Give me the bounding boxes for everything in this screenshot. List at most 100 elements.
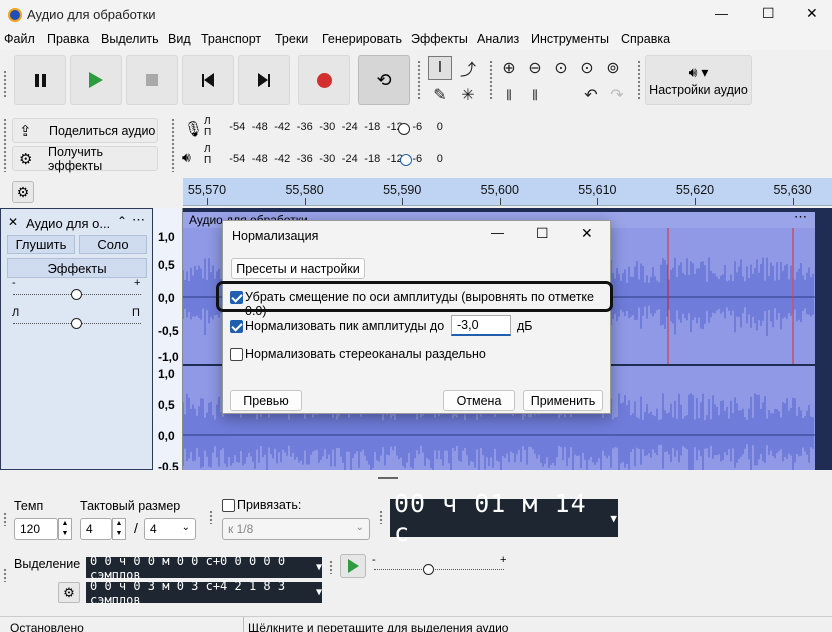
fit-selection-button[interactable]: ⊙ bbox=[549, 56, 573, 80]
status-hint: Щёлкните и перетащите для выделения ауди… bbox=[248, 621, 509, 632]
pause-button[interactable] bbox=[14, 55, 66, 105]
maximize-button[interactable]: ☐ bbox=[762, 5, 775, 22]
gear-icon: ⚙ bbox=[16, 183, 30, 200]
meter-tick-label: -24 bbox=[341, 121, 358, 133]
dialog-minimize-button[interactable]: — bbox=[491, 225, 504, 240]
draw-tool[interactable]: ✎ bbox=[428, 83, 452, 107]
time-format-dropdown-icon[interactable]: ▼ bbox=[610, 512, 618, 525]
clip-menu-icon[interactable]: ⋯ bbox=[794, 209, 807, 225]
share-audio-button[interactable]: ⇪ Поделиться аудио bbox=[12, 118, 158, 143]
envelope-tool[interactable]: ⤴ bbox=[456, 56, 480, 80]
menu-item[interactable]: Генерировать bbox=[322, 32, 402, 46]
skip-end-button[interactable] bbox=[238, 55, 290, 105]
normalize-peak-label[interactable]: Нормализовать пик амплитуды до bbox=[245, 319, 444, 333]
loop-button[interactable]: ⟲ bbox=[358, 55, 410, 105]
presets-button[interactable]: Пресеты и настройки bbox=[231, 258, 365, 279]
silence-button[interactable]: ⫼ bbox=[523, 83, 547, 107]
meter-tick-label: -48 bbox=[251, 153, 268, 165]
playback-meter-knob[interactable] bbox=[400, 154, 412, 166]
denominator-value: 4 bbox=[150, 522, 157, 536]
time-signature-denominator[interactable]: 4 ⌄ bbox=[144, 518, 196, 540]
audio-settings-button[interactable]: 🔊︎ ▾ Настройки аудио bbox=[645, 55, 752, 105]
menu-item[interactable]: Эффекты bbox=[411, 32, 468, 46]
track-close-icon[interactable]: ✕ bbox=[8, 215, 18, 229]
dialog-close-button[interactable]: ✕ bbox=[581, 225, 593, 242]
selection-tool[interactable]: I bbox=[428, 56, 452, 80]
time-signature-slash: / bbox=[134, 520, 138, 536]
selection-start[interactable]: 0 0 ч 0 0 м 0 0 с+0 0 0 0 0 сэмплов ▼ bbox=[86, 554, 322, 582]
menu-item[interactable]: Выделить bbox=[101, 32, 159, 46]
multi-tool[interactable]: ✳ bbox=[456, 83, 480, 107]
stereo-independent-checkbox[interactable] bbox=[230, 348, 243, 361]
undo-button[interactable]: ↶ bbox=[579, 83, 603, 107]
gain-slider[interactable] bbox=[13, 289, 141, 300]
cancel-button[interactable]: Отмена bbox=[443, 390, 515, 411]
tempo-input[interactable]: 120 bbox=[14, 518, 58, 540]
redo-button[interactable]: ↷ bbox=[605, 83, 629, 107]
dialog-maximize-button[interactable]: ☐ bbox=[536, 225, 549, 242]
splitter-handle[interactable] bbox=[378, 477, 398, 479]
pan-slider-knob[interactable] bbox=[71, 318, 82, 329]
selection-settings-button[interactable]: ⚙ bbox=[58, 582, 80, 603]
close-button[interactable]: ✕ bbox=[806, 5, 818, 22]
stop-button[interactable] bbox=[126, 55, 178, 105]
snap-label[interactable]: Привязать: bbox=[237, 498, 301, 512]
tempo-spinner[interactable]: ▲ ▼ bbox=[58, 518, 72, 540]
normalize-peak-checkbox[interactable] bbox=[230, 320, 243, 333]
trim-icon: ⫼ bbox=[506, 87, 512, 102]
menu-item[interactable]: Анализ bbox=[477, 32, 519, 46]
apply-button[interactable]: Применить bbox=[523, 390, 603, 411]
peak-unit-label: дБ bbox=[517, 319, 533, 333]
dropdown-icon[interactable]: ▼ bbox=[316, 562, 322, 573]
menu-item[interactable]: Правка bbox=[47, 32, 89, 46]
settings-gear-button[interactable]: ⚙ bbox=[12, 181, 34, 203]
play-icon bbox=[347, 559, 359, 573]
ruler-tick bbox=[207, 198, 208, 205]
menu-item[interactable]: Транспорт bbox=[201, 32, 261, 46]
zoom-out-button[interactable]: ⊖ bbox=[523, 56, 547, 80]
selection-end[interactable]: 0 0 ч 0 3 м 0 3 с+4 2 1 8 3 сэмплов ▼ bbox=[86, 579, 322, 607]
minimize-button[interactable]: — bbox=[715, 6, 728, 21]
time-display[interactable]: 00 ч 01 м 14 с ▼ bbox=[390, 489, 618, 547]
stereo-independent-label[interactable]: Нормализовать стереоканалы раздельно bbox=[245, 347, 486, 361]
solo-button[interactable]: Соло bbox=[79, 235, 147, 254]
zoom-in-button[interactable]: ⊕ bbox=[497, 56, 521, 80]
menu-item[interactable]: Треки bbox=[275, 32, 308, 46]
play-button[interactable] bbox=[70, 55, 122, 105]
effects-button[interactable]: Эффекты bbox=[7, 258, 147, 278]
zoom-toggle-button[interactable]: ⊚ bbox=[601, 56, 625, 80]
menu-item[interactable]: Файл bbox=[4, 32, 35, 46]
play-speed-knob[interactable] bbox=[422, 564, 434, 575]
fit-project-button[interactable]: ⊙ bbox=[575, 56, 599, 80]
timeline-ruler[interactable]: 55,570 55,580 55,590 55,600 55,610 55,620 55,6… bbox=[183, 178, 832, 206]
skip-start-button[interactable] bbox=[182, 55, 234, 105]
play-speed-slider[interactable] bbox=[374, 564, 504, 575]
menu-item[interactable]: Инструменты bbox=[531, 32, 609, 46]
amp-label: 0,5 bbox=[158, 258, 175, 272]
preview-button[interactable]: Превью bbox=[230, 390, 302, 411]
get-effects-button[interactable]: ⚙ Получить эффекты bbox=[12, 145, 158, 173]
playback-meter[interactable]: ЛП -54 -48 -42 -36 -30 -24 -18 -12 -6 0 bbox=[204, 144, 444, 172]
peak-amplitude-input[interactable]: -3,0 bbox=[451, 315, 511, 336]
pan-slider[interactable] bbox=[13, 318, 141, 329]
gain-slider-knob[interactable] bbox=[71, 289, 82, 300]
dropdown-icon[interactable]: ▼ bbox=[316, 587, 322, 598]
menu-item[interactable]: Вид bbox=[168, 32, 191, 46]
trim-button[interactable]: ⫼ bbox=[497, 83, 521, 107]
snap-checkbox[interactable] bbox=[222, 499, 235, 512]
track-collapse-icon[interactable]: ⌃ bbox=[117, 214, 127, 228]
microphone-icon: 🎙︎ bbox=[184, 121, 204, 138]
snap-select[interactable]: к 1/8 ⌄ bbox=[222, 518, 370, 540]
track-name[interactable]: Аудио для о... bbox=[26, 216, 110, 231]
play-at-speed-button[interactable] bbox=[340, 554, 366, 578]
meter-tick-label: 0 bbox=[436, 153, 443, 165]
track-menu-icon[interactable]: ⋯ bbox=[132, 212, 145, 228]
mute-button[interactable]: Глушить bbox=[7, 235, 75, 254]
record-button[interactable] bbox=[298, 55, 350, 105]
record-meter[interactable]: ЛП -54 -48 -42 -36 -30 -24 -18 -12 -6 0 bbox=[204, 116, 444, 142]
normalize-dialog: Нормализация — ☐ ✕ Пресеты и настройки У… bbox=[222, 220, 611, 414]
menu-item[interactable]: Справка bbox=[621, 32, 670, 46]
time-signature-numerator[interactable]: 4 bbox=[80, 518, 112, 540]
record-meter-knob[interactable] bbox=[398, 123, 410, 135]
numerator-spinner[interactable]: ▲ ▼ bbox=[112, 518, 126, 540]
